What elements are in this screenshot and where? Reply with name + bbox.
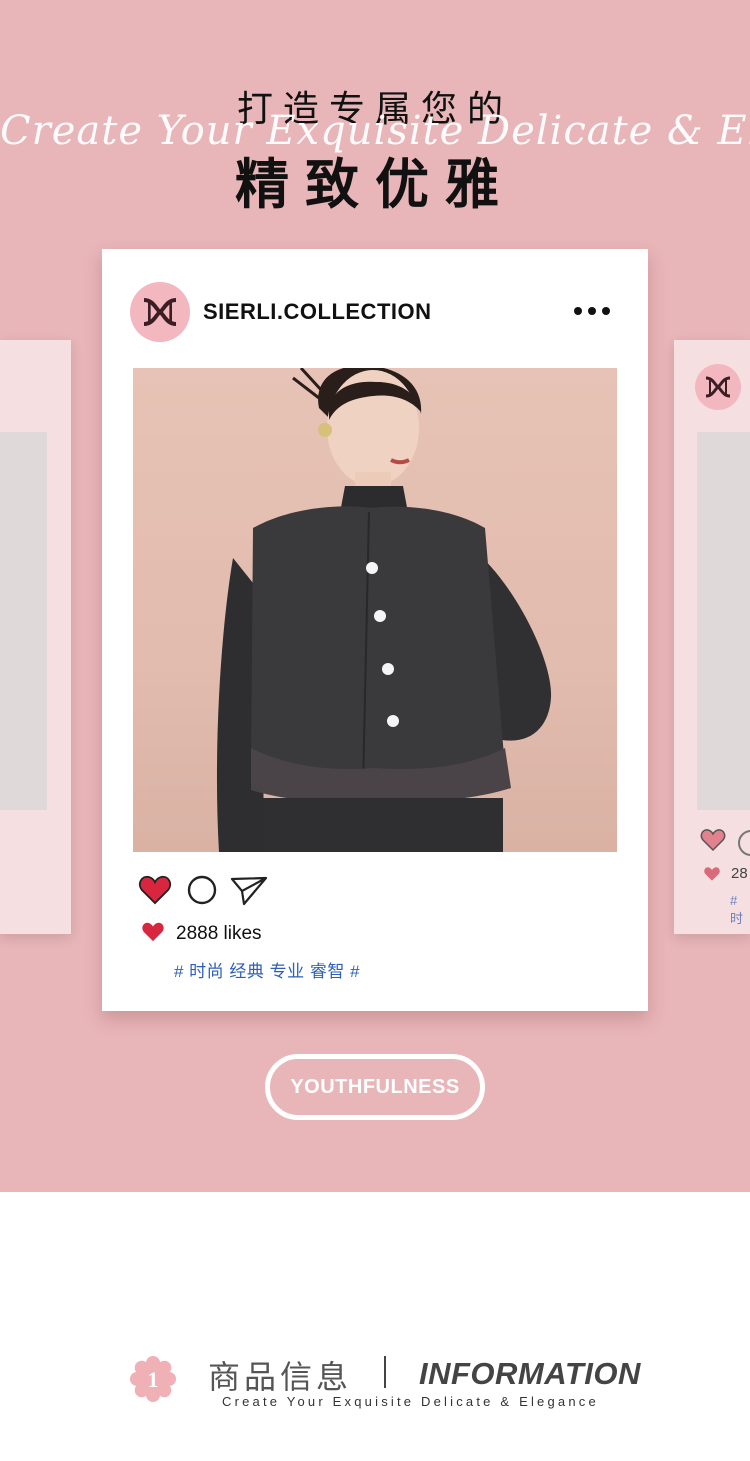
- flower-icon: 1: [130, 1356, 176, 1402]
- heart-icon: [142, 922, 164, 942]
- side-tags: # 时: [730, 893, 744, 926]
- info-subtitle: Create Your Exquisite Delicate & Eleganc…: [222, 1394, 599, 1409]
- hero-section: 打造专属您的 Create Your Exquisite Delicate & …: [0, 0, 750, 1192]
- post-hashtags[interactable]: # 时尚 经典 专业 睿智 #: [174, 957, 360, 982]
- post-username[interactable]: SIERLI.COLLECTION: [203, 299, 432, 325]
- logo-icon: [695, 364, 741, 410]
- info-header: 1 商品信息 INFORMATION Create Your Exquisite…: [0, 1340, 750, 1420]
- share-icon[interactable]: [230, 874, 268, 906]
- logo-icon[interactable]: [130, 282, 190, 342]
- side-post-image: [697, 432, 750, 810]
- heart-icon[interactable]: [138, 874, 172, 906]
- post-card: SIERLI.COLLECTION 2888 likes # 时尚 经典 专业 …: [102, 249, 648, 1011]
- post-photo: [133, 368, 617, 852]
- info-title-cn: 商品信息: [208, 1358, 353, 1396]
- side-post-card-right[interactable]: 28 # 时: [674, 340, 750, 934]
- side-post-card-left[interactable]: [0, 340, 71, 934]
- side-likes-count: 28: [731, 865, 748, 882]
- youthfulness-badge: YOUTHFULNESS: [265, 1054, 485, 1120]
- comment-icon[interactable]: [186, 874, 218, 906]
- heart-icon[interactable]: [700, 828, 726, 852]
- heart-icon: [704, 867, 720, 881]
- likes-count: 2888 likes: [176, 923, 262, 944]
- section-number: 1: [148, 1367, 159, 1392]
- info-divider: [384, 1356, 386, 1388]
- comment-icon[interactable]: [738, 830, 750, 856]
- post-actions: [138, 874, 278, 910]
- side-post-image: [0, 432, 47, 810]
- hero-title-line2: 精致优雅: [235, 153, 515, 216]
- info-title-en: INFORMATION: [419, 1356, 641, 1391]
- more-icon[interactable]: [574, 307, 614, 317]
